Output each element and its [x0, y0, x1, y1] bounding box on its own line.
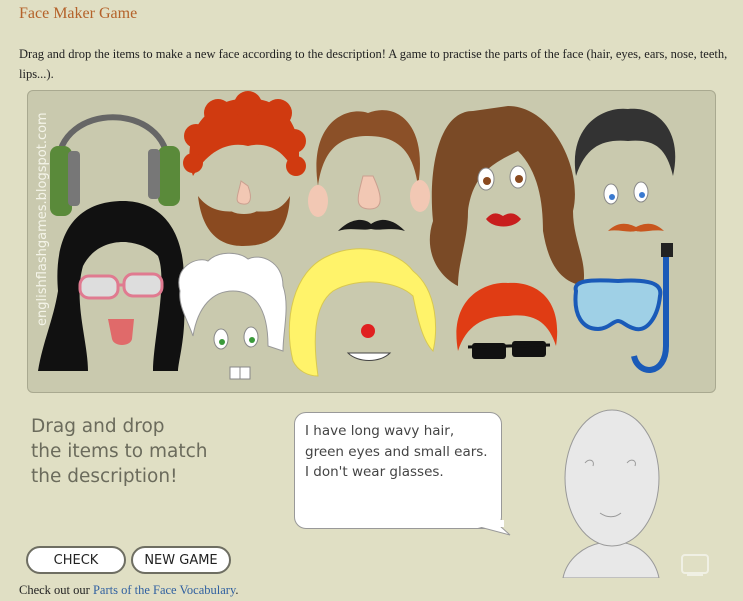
red-short-hair-item[interactable]: [456, 282, 558, 351]
instructions: Drag and drop the items to match the des…: [31, 414, 261, 489]
footer-suffix: .: [235, 583, 239, 597]
red-lips-item[interactable]: [486, 213, 521, 227]
items-canvas: [38, 91, 676, 380]
nose-item[interactable]: [236, 180, 251, 205]
smile-teeth-item[interactable]: [346, 352, 392, 361]
new-game-button[interactable]: NEW GAME: [131, 546, 231, 574]
white-curly-hair-item[interactable]: [178, 252, 287, 352]
ginger-mustache-item[interactable]: [608, 223, 664, 232]
fullscreen-icon[interactable]: [678, 551, 712, 577]
instructions-line-2: the items to match: [31, 441, 208, 462]
big-nose-item[interactable]: [357, 175, 381, 210]
black-short-hair-item[interactable]: [574, 108, 676, 176]
headphones-item[interactable]: [50, 114, 180, 216]
blank-face-figure: [562, 409, 660, 578]
vocabulary-link[interactable]: Parts of the Face Vocabulary: [93, 583, 235, 597]
footer-prefix: Check out our: [19, 583, 93, 597]
tongue-item[interactable]: [108, 319, 134, 345]
intro-text: Drag and drop the items to make a new fa…: [19, 47, 728, 81]
footer: Check out our Parts of the Face Vocabula…: [19, 583, 239, 598]
page-title: Face Maker Game: [19, 5, 138, 22]
watermark-text: englishflashgames.blogspot.com: [35, 112, 50, 326]
check-button[interactable]: CHECK: [26, 546, 126, 574]
instructions-line-1: Drag and drop: [31, 416, 165, 437]
instructions-line-3: the description!: [31, 466, 178, 487]
watermark: englishflashgames.blogspot.com: [35, 112, 50, 326]
green-eyes-item[interactable]: [213, 326, 259, 350]
buck-teeth-item[interactable]: [229, 366, 251, 380]
description-line-2: green eyes and small ears.: [305, 443, 488, 460]
sunglasses-item[interactable]: [467, 341, 551, 359]
description-line-1: I have long wavy hair,: [305, 423, 455, 439]
diving-mask-item[interactable]: [573, 278, 663, 332]
blue-eyes-item[interactable]: [603, 181, 649, 205]
red-nose-item[interactable]: [361, 324, 375, 338]
mustache-item[interactable]: [338, 219, 405, 231]
bubble-tail: [474, 520, 511, 536]
description-text: I have long wavy hair, green eyes and sm…: [305, 421, 495, 483]
pink-glasses-item[interactable]: [78, 272, 164, 300]
items-board: englishflashgames.blogspot.com: [27, 90, 716, 393]
description-line-3: I don't wear glasses.: [305, 464, 444, 480]
brown-eyes-item[interactable]: [477, 165, 527, 191]
red-curly-hair-item[interactable]: [183, 91, 306, 176]
long-wavy-hair-item[interactable]: [429, 106, 585, 286]
